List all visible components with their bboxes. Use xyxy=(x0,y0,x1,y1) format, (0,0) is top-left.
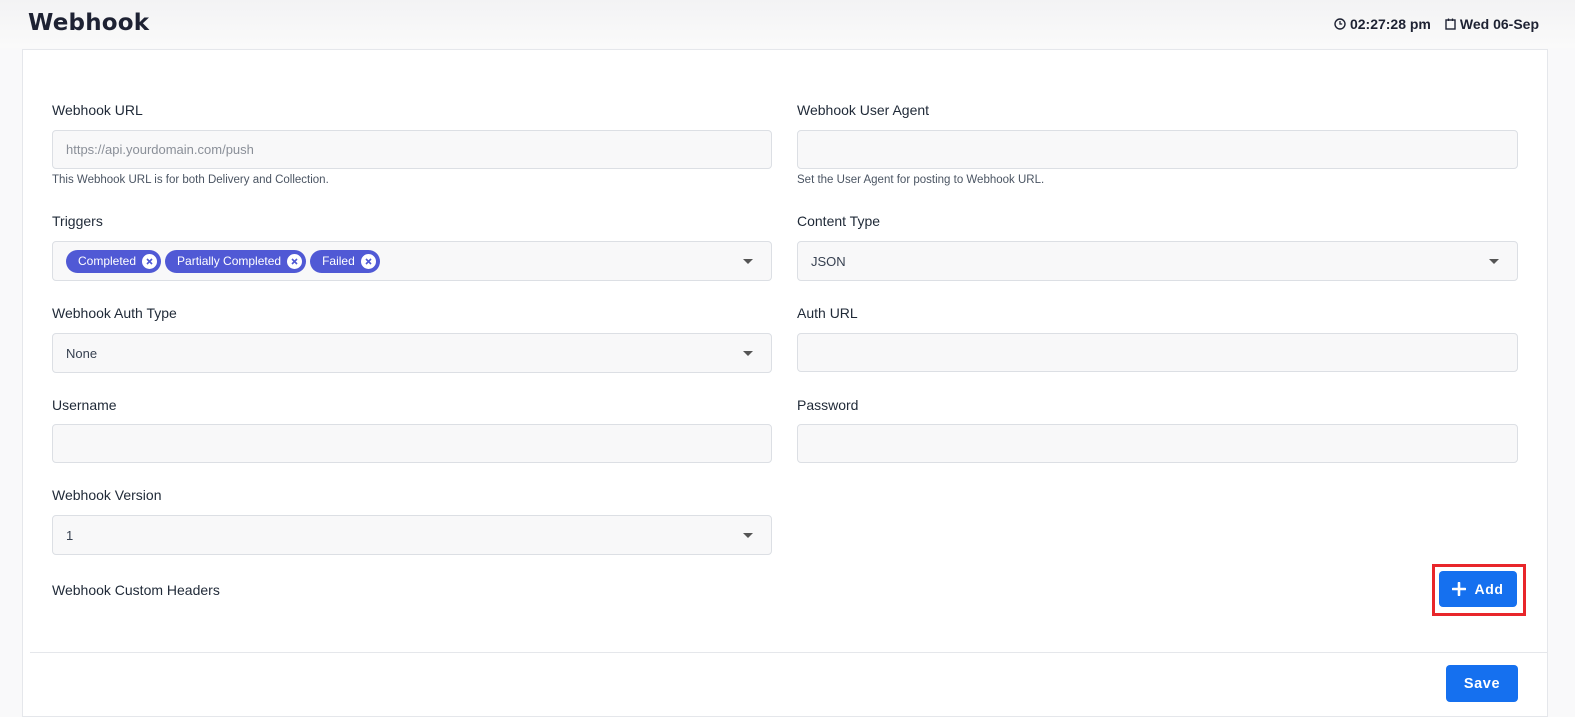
page-title: Webhook xyxy=(28,10,150,36)
current-time: 02:27:28 pm xyxy=(1349,16,1431,32)
chip-label: Completed xyxy=(78,254,137,268)
footer-divider xyxy=(30,652,1547,653)
close-circle-icon[interactable] xyxy=(142,253,158,269)
chevron-down-icon[interactable] xyxy=(743,351,753,356)
trigger-chip-partially-completed: Partially Completed xyxy=(165,249,307,273)
auth-type-label: Webhook Auth Type xyxy=(52,305,177,321)
user-agent-help: Set the User Agent for posting to Webhoo… xyxy=(797,174,1045,186)
auth-url-label: Auth URL xyxy=(797,305,858,321)
top-bar: Webhook 02:27:28 pm Wed 06-Sep xyxy=(0,0,1575,48)
chevron-down-icon[interactable] xyxy=(743,533,753,538)
plus-icon xyxy=(1452,582,1467,596)
auth-type-select[interactable]: None xyxy=(52,333,772,373)
add-button-label: Add xyxy=(1474,581,1504,597)
user-agent-input[interactable] xyxy=(797,130,1518,169)
content-type-label: Content Type xyxy=(797,213,881,229)
username-input[interactable] xyxy=(52,424,772,463)
webhook-url-input[interactable]: https://api.yourdomain.com/push xyxy=(52,130,772,169)
version-select[interactable]: 1 xyxy=(52,515,772,555)
calendar-icon xyxy=(1445,18,1456,30)
webhook-url-label: Webhook URL xyxy=(52,102,143,118)
clock-icon xyxy=(1334,18,1346,30)
content-type-select[interactable]: JSON xyxy=(797,241,1518,281)
password-label: Password xyxy=(797,397,859,413)
chevron-down-icon[interactable] xyxy=(1489,259,1499,264)
webhook-url-help: This Webhook URL is for both Delivery an… xyxy=(52,174,329,186)
password-input[interactable] xyxy=(797,424,1518,463)
webhook-url-placeholder: https://api.yourdomain.com/push xyxy=(66,142,254,157)
custom-headers-label: Webhook Custom Headers xyxy=(52,582,220,598)
save-button[interactable]: Save xyxy=(1446,665,1518,702)
version-value: 1 xyxy=(66,527,74,543)
close-circle-icon[interactable] xyxy=(287,253,303,269)
chip-label: Failed xyxy=(322,254,355,268)
add-header-button[interactable]: Add xyxy=(1439,571,1517,607)
triggers-multiselect[interactable]: Completed Partially Completed Failed xyxy=(52,241,772,281)
close-circle-icon[interactable] xyxy=(360,253,376,269)
auth-type-value: None xyxy=(66,345,98,361)
trigger-chip-failed: Failed xyxy=(310,249,380,273)
content-type-value: JSON xyxy=(811,253,846,269)
current-date: Wed 06-Sep xyxy=(1459,16,1539,32)
chip-label: Partially Completed xyxy=(177,254,282,268)
save-button-label: Save xyxy=(1463,675,1501,692)
triggers-label: Triggers xyxy=(52,213,103,229)
username-label: Username xyxy=(52,397,117,413)
auth-url-input[interactable] xyxy=(797,333,1518,372)
version-label: Webhook Version xyxy=(52,487,162,503)
trigger-chip-completed: Completed xyxy=(66,249,162,273)
chevron-down-icon[interactable] xyxy=(743,259,753,264)
user-agent-label: Webhook User Agent xyxy=(797,102,930,118)
datetime-display: 02:27:28 pm Wed 06-Sep xyxy=(1334,16,1539,32)
